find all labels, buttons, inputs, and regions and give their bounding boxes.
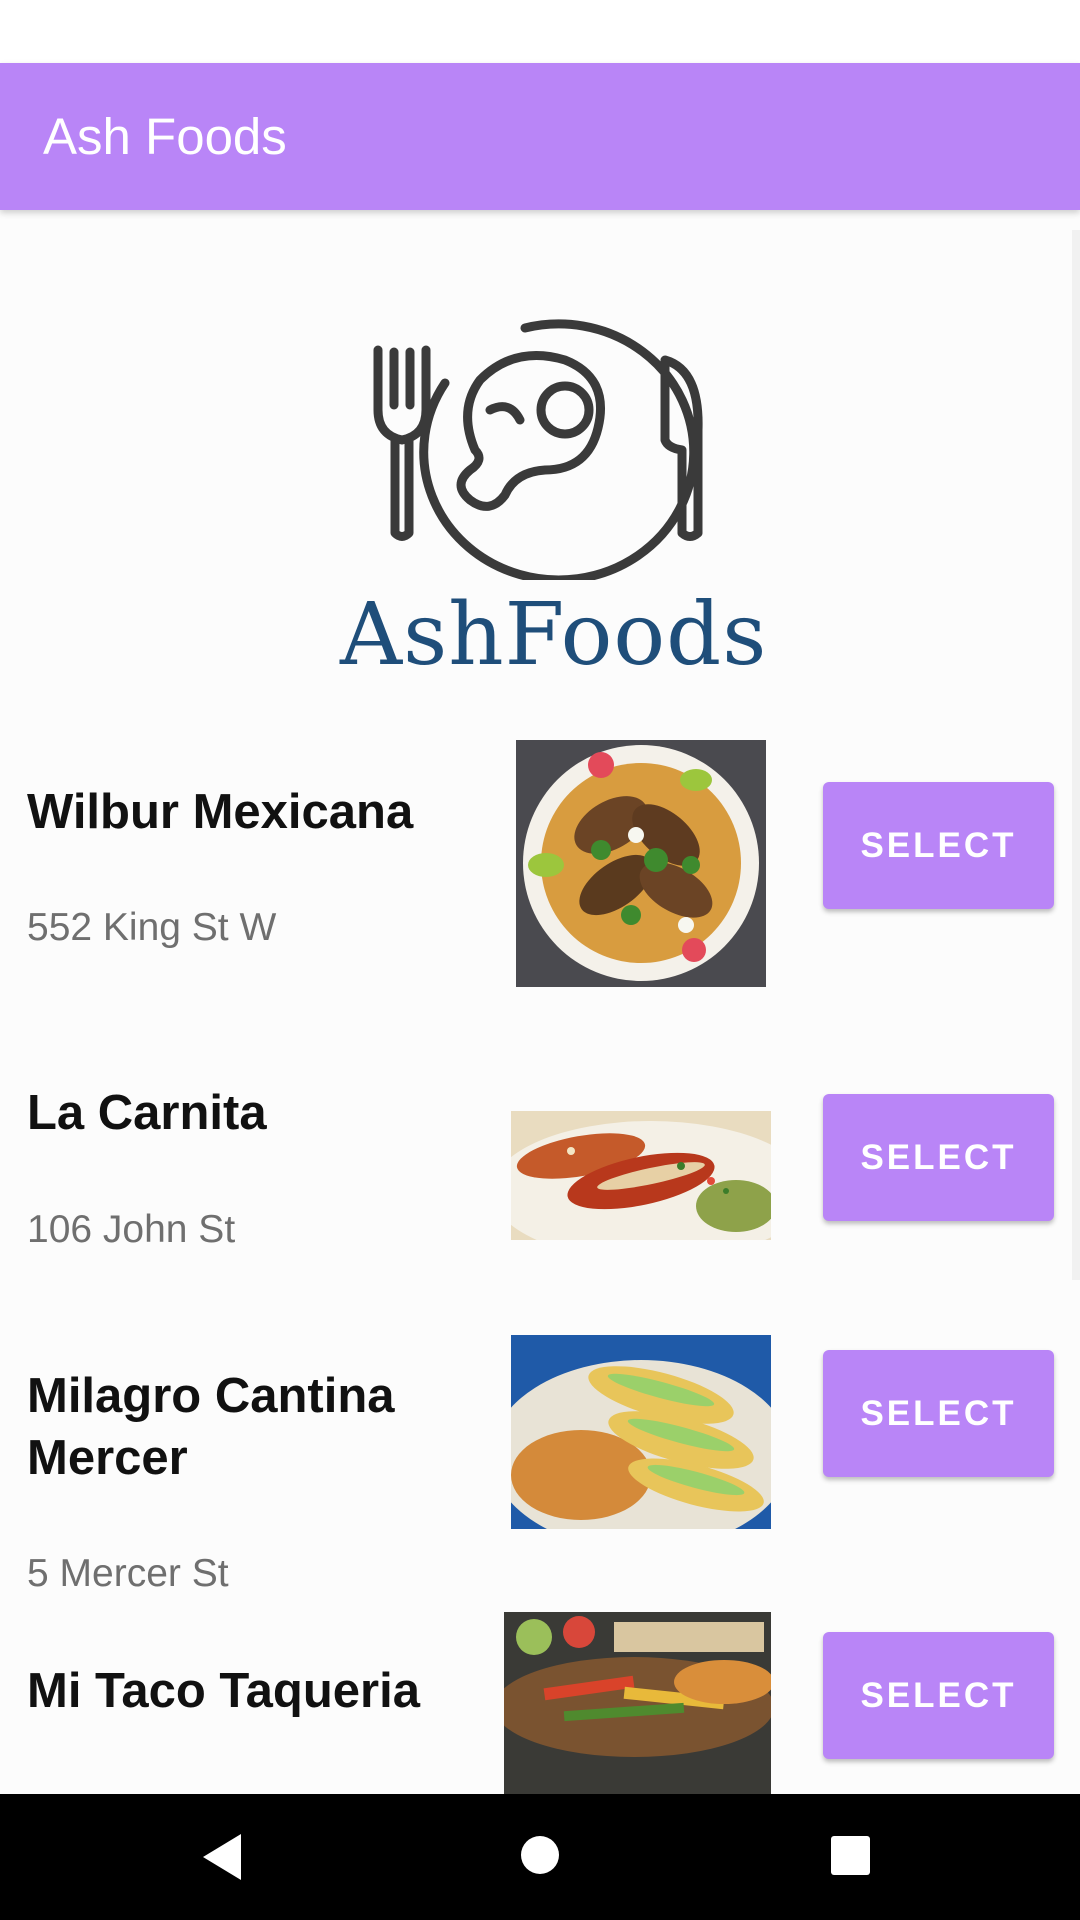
select-button[interactable]: SELECT	[823, 1632, 1054, 1759]
select-button[interactable]: SELECT	[823, 782, 1054, 909]
restaurant-list[interactable]: AshFoods Wilbur Mexicana 552 King St W S…	[0, 210, 1080, 1794]
select-button[interactable]: SELECT	[823, 1350, 1054, 1477]
restaurant-address: 552 King St W	[27, 906, 277, 949]
enchiladas-photo	[511, 1111, 771, 1240]
select-button[interactable]: SELECT	[823, 1094, 1054, 1221]
restaurant-name: La Carnita	[27, 1086, 267, 1140]
fajitas-photo	[504, 1612, 771, 1794]
restaurant-name: Wilbur Mexicana	[27, 785, 414, 839]
restaurant-address: 106 John St	[27, 1208, 236, 1251]
list-item: Mi Taco Taqueria SELECT	[0, 1612, 1080, 1794]
list-item: La Carnita 106 John St SELECT	[0, 1045, 1080, 1285]
restaurant-name: Milagro Cantina Mercer	[27, 1369, 395, 1485]
logo-text: AshFoods	[340, 585, 768, 685]
list-item: Milagro Cantina Mercer 5 Mercer St SELEC…	[0, 1335, 1080, 1635]
ashfoods-logo: AshFoods	[340, 300, 768, 685]
app-bar: Ash Foods	[0, 63, 1080, 210]
tacos-plate-photo	[516, 740, 766, 987]
navigation-bar	[0, 1794, 1080, 1920]
status-bar	[0, 0, 1080, 63]
restaurant-name: Mi Taco Taqueria	[27, 1664, 420, 1718]
back-icon[interactable]	[203, 1834, 241, 1880]
app-title: Ash Foods	[43, 108, 287, 165]
recents-icon[interactable]	[831, 1836, 870, 1875]
fork-plate-knife-icon	[373, 319, 703, 580]
tacos-rice-photo	[511, 1335, 771, 1529]
list-item: Wilbur Mexicana 552 King St W SELECT	[0, 740, 1080, 1000]
restaurant-address: 5 Mercer St	[27, 1552, 229, 1595]
home-icon[interactable]	[521, 1836, 559, 1874]
